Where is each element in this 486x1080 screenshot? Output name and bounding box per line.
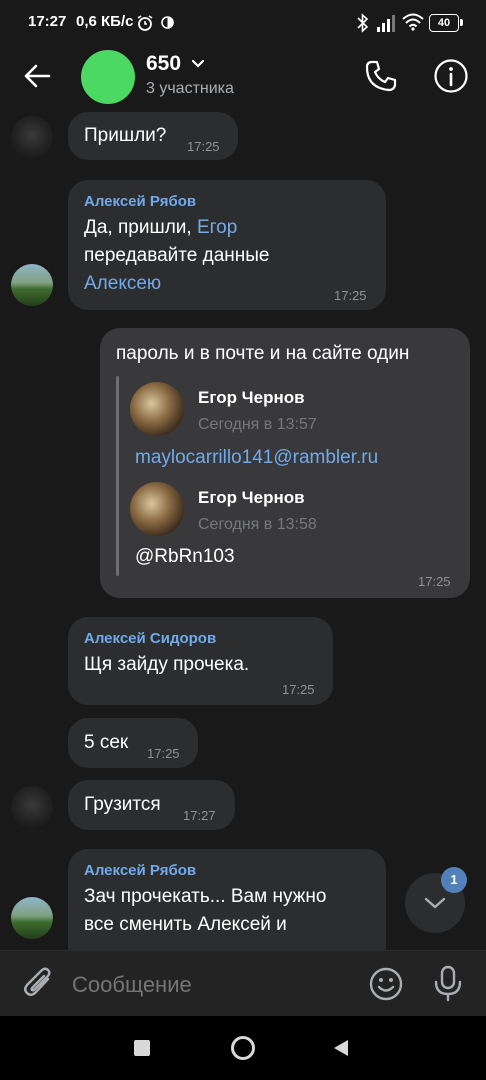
message-input[interactable] bbox=[70, 965, 354, 1005]
message-bubble[interactable]: 5 сек 17:25 bbox=[68, 718, 198, 768]
chat-member-count: 3 участника bbox=[146, 80, 234, 97]
status-time: 17:27 bbox=[28, 13, 67, 30]
chat-title[interactable]: 650 bbox=[146, 52, 181, 75]
message-bubble[interactable]: Алексей Рябов Да, пришли, Егор передавай… bbox=[68, 180, 386, 310]
mention-link[interactable]: Егор bbox=[197, 217, 237, 238]
message-text: Да, пришли, Егор bbox=[84, 214, 237, 242]
message-text: Пришли? bbox=[84, 125, 167, 146]
message-time: 17:25 bbox=[147, 746, 180, 761]
message-time: 17:25 bbox=[187, 139, 220, 154]
message-text-line: передавайте данные bbox=[84, 245, 270, 266]
emoji-icon[interactable] bbox=[368, 966, 404, 1002]
info-icon[interactable] bbox=[433, 58, 469, 94]
message-bubble[interactable]: Алексей Сидоров Щя зайду прочека. 17:25 bbox=[68, 617, 333, 705]
message-text-line: все сменить Алексей и bbox=[84, 914, 287, 935]
microphone-icon[interactable] bbox=[432, 964, 464, 1002]
status-bar: 17:27 0,6 КБ/с 40 bbox=[0, 0, 486, 46]
bluetooth-icon bbox=[357, 13, 369, 33]
text-part: Да, пришли, bbox=[84, 217, 197, 238]
outgoing-message-bubble[interactable]: пароль и в почте и на сайте один Егор Че… bbox=[100, 328, 470, 598]
home-button[interactable] bbox=[231, 1036, 255, 1060]
back-arrow-icon[interactable] bbox=[22, 61, 52, 91]
chat-title-area[interactable]: 650 bbox=[146, 52, 206, 76]
message-text: пароль и в почте и на сайте один bbox=[116, 343, 410, 364]
forward-author[interactable]: Егор Чернов bbox=[198, 388, 305, 408]
half-circle-icon bbox=[161, 16, 174, 29]
avatar[interactable] bbox=[11, 116, 53, 158]
message-time: 17:25 bbox=[334, 288, 367, 303]
wifi-icon bbox=[402, 13, 424, 31]
avatar[interactable] bbox=[11, 264, 53, 306]
message-bubble[interactable]: Пришли? 17:25 bbox=[68, 112, 238, 160]
forward-date: Сегодня в 13:58 bbox=[198, 516, 317, 533]
battery-level: 40 bbox=[437, 17, 451, 29]
battery-icon: 40 bbox=[429, 14, 459, 32]
avatar[interactable] bbox=[11, 897, 53, 939]
message-text: Зач прочекать... Вам нужно bbox=[84, 886, 327, 907]
signal-icon bbox=[377, 15, 395, 32]
message-text: 5 сек bbox=[84, 732, 129, 753]
unread-badge: 1 bbox=[441, 867, 467, 893]
alarm-icon bbox=[137, 15, 153, 31]
avatar[interactable] bbox=[11, 786, 53, 828]
forward-avatar[interactable] bbox=[130, 382, 184, 436]
phone-icon[interactable] bbox=[364, 59, 398, 93]
chevron-down-icon[interactable] bbox=[190, 58, 206, 70]
sender-name[interactable]: Алексей Рябов bbox=[84, 862, 196, 879]
chevron-down-icon bbox=[424, 897, 446, 909]
recents-button[interactable] bbox=[134, 1040, 150, 1056]
battery-tip bbox=[460, 19, 463, 26]
network-speed: 0,6 КБ/с bbox=[76, 13, 134, 30]
back-triangle-icon[interactable] bbox=[332, 1038, 350, 1058]
message-text: Грузится bbox=[84, 794, 161, 815]
sender-name[interactable]: Алексей Сидоров bbox=[84, 630, 216, 647]
message-time: 17:27 bbox=[183, 808, 216, 823]
forward-avatar[interactable] bbox=[130, 482, 184, 536]
forward-date: Сегодня в 13:57 bbox=[198, 416, 317, 433]
mention-link[interactable]: Алексею bbox=[84, 270, 161, 298]
message-text: Щя зайду прочека. bbox=[84, 654, 250, 675]
paperclip-icon[interactable] bbox=[22, 965, 56, 1001]
chat-avatar[interactable] bbox=[81, 50, 135, 104]
email-link[interactable]: maylocarrillo141@rambler.ru bbox=[135, 444, 378, 472]
forward-bar bbox=[116, 376, 119, 576]
sender-name[interactable]: Алексей Рябов bbox=[84, 193, 196, 210]
message-time: 17:25 bbox=[282, 682, 315, 697]
forward-author[interactable]: Егор Чернов bbox=[198, 488, 305, 508]
message-bubble[interactable]: Грузится 17:27 bbox=[68, 780, 235, 830]
forward-text: @RbRn103 bbox=[135, 546, 235, 567]
chat-header bbox=[0, 46, 486, 108]
message-time: 17:25 bbox=[418, 574, 451, 589]
